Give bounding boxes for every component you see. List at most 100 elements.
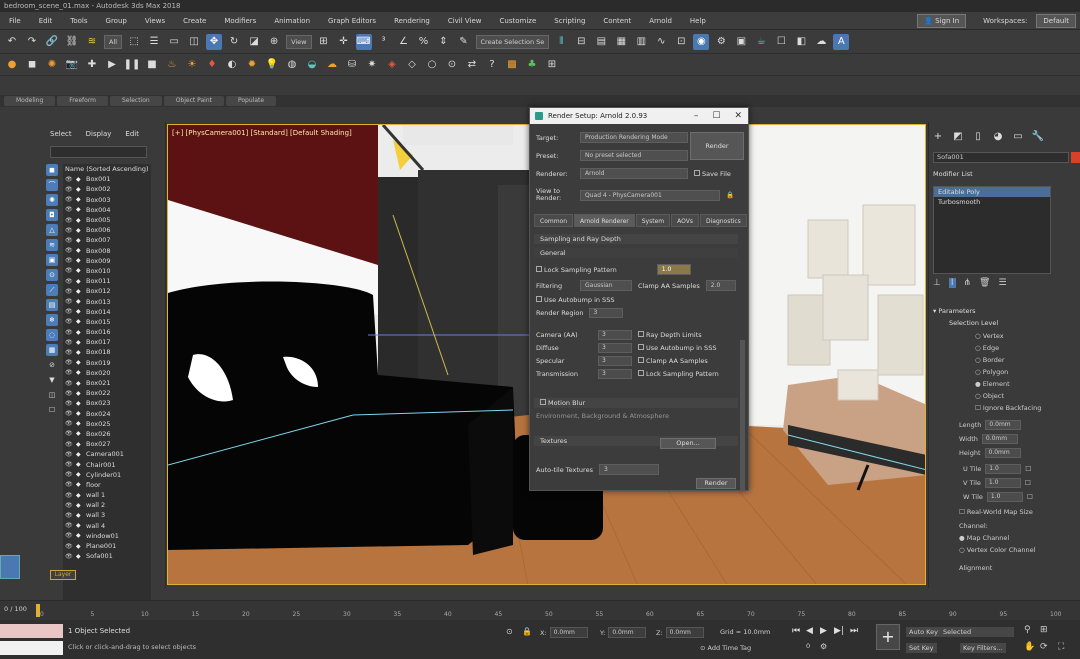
filter-helpers-icon[interactable]: △: [46, 224, 58, 236]
filter-containers-icon[interactable]: ▤: [46, 299, 58, 311]
dialog-footer-render-button[interactable]: Render: [696, 478, 736, 489]
scene-list-item[interactable]: 👁 ◆ Box011: [63, 276, 151, 286]
lock-pattern-checkbox[interactable]: Lock Sampling Pattern: [638, 370, 719, 378]
render-bulb-icon[interactable]: ◆: [76, 400, 83, 407]
minimize-icon[interactable]: –: [694, 108, 699, 124]
key-filter-select[interactable]: Selected: [940, 627, 1014, 637]
box-icon[interactable]: ◼: [24, 57, 40, 73]
undo-icon[interactable]: ↶: [4, 34, 20, 50]
rect-selection-icon[interactable]: ▭: [166, 34, 182, 50]
mirror-icon[interactable]: ⫴: [553, 34, 569, 50]
ray-depth-checkbox[interactable]: Ray Depth Limits: [638, 331, 702, 339]
radio-edge[interactable]: ○ Edge: [975, 344, 999, 352]
stack-item[interactable]: Editable Poly: [934, 187, 1050, 197]
pause-icon[interactable]: ❚❚: [124, 57, 141, 73]
manipulate-icon[interactable]: ✛: [336, 34, 352, 50]
tab-freeform[interactable]: Freeform: [57, 96, 109, 106]
scene-list-item[interactable]: 👁 ◆ Box009: [63, 256, 151, 266]
spinner-height-field[interactable]: 0.0mm: [984, 448, 1021, 458]
set-key-button[interactable]: +: [876, 624, 900, 650]
fire-icon[interactable]: ♨: [164, 57, 180, 73]
teapot-icon[interactable]: ●: [4, 57, 20, 73]
move-icon[interactable]: ✥: [206, 33, 223, 50]
helper-icon[interactable]: ✚: [84, 57, 100, 73]
clamp-value[interactable]: 1.0: [656, 264, 691, 275]
render-bulb-icon[interactable]: ◆: [76, 308, 83, 315]
align-icon[interactable]: ⊟: [573, 34, 589, 50]
material-icon[interactable]: ◐: [224, 57, 240, 73]
flip-w-checkbox[interactable]: ☐: [1027, 493, 1033, 501]
modify-tab-icon[interactable]: ◩: [951, 130, 965, 144]
visibility-eye-icon[interactable]: 👁: [65, 420, 73, 427]
viewport-label[interactable]: [+] [PhysCamera001] [Standard] [Default …: [172, 129, 352, 137]
menu-group[interactable]: Group: [97, 12, 136, 30]
scene-list-item[interactable]: 👁 ◆ Box022: [63, 388, 151, 398]
render-bulb-icon[interactable]: ◆: [76, 329, 83, 336]
scene-list-item[interactable]: 👁 ◆ Box014: [63, 307, 151, 317]
target-select[interactable]: Production Rendering Mode: [580, 132, 688, 143]
render-bulb-icon[interactable]: ◆: [76, 451, 83, 458]
scene-list-item[interactable]: 👁 ◆ Box003: [63, 195, 151, 205]
nav-zoom-all-icon[interactable]: ⊞: [1040, 625, 1048, 635]
bucket-icon[interactable]: ⛁: [344, 57, 360, 73]
scene-list-item[interactable]: 👁 ◆ window01: [63, 531, 151, 541]
isolate-icon[interactable]: ⊙: [506, 627, 513, 636]
show-end-result-icon[interactable]: Ⅰ: [948, 278, 956, 288]
create-tab-icon[interactable]: +: [931, 130, 945, 144]
motion-blur-rollout[interactable]: Motion Blur: [534, 398, 738, 408]
tab-diagnostics[interactable]: Diagnostics: [699, 214, 747, 227]
next-frame-icon[interactable]: ▶|: [834, 626, 844, 636]
nav-maximize-icon[interactable]: ⛶: [1058, 642, 1064, 652]
maximize-icon[interactable]: ☐: [712, 108, 720, 124]
redo-icon[interactable]: ↷: [24, 34, 40, 50]
scene-list-item[interactable]: 👁 ◆ Box027: [63, 439, 151, 449]
radio-border[interactable]: ○ Border: [975, 356, 1005, 364]
viewport-layout-tab[interactable]: [0, 555, 20, 579]
scene-list-item[interactable]: 👁 ◆ Cylinder01: [63, 470, 151, 480]
visibility-eye-icon[interactable]: 👁: [65, 227, 73, 234]
visibility-eye-icon[interactable]: 👁: [65, 176, 73, 183]
render-bulb-icon[interactable]: ◆: [76, 522, 83, 529]
render-bulb-icon[interactable]: ◆: [76, 339, 83, 346]
curve-editor-icon[interactable]: ∿: [653, 34, 669, 50]
preset-select[interactable]: No preset selected: [580, 150, 688, 161]
scene-list-item[interactable]: 👁 ◆ Box012: [63, 286, 151, 296]
modifier-list-dropdown[interactable]: Modifier List: [933, 170, 973, 178]
link-icon[interactable]: 🔗: [44, 34, 60, 50]
scene-list-item[interactable]: 👁 ◆ Box019: [63, 358, 151, 368]
flip-v-checkbox[interactable]: ☐: [1025, 479, 1031, 487]
goto-start-icon[interactable]: ⏮: [792, 626, 800, 636]
visibility-eye-icon[interactable]: 👁: [65, 278, 73, 285]
reference-coord-dropdown[interactable]: View: [286, 34, 312, 49]
render-bulb-icon[interactable]: ◆: [76, 257, 83, 264]
keyboard-shortcut-icon[interactable]: ⌨: [355, 33, 372, 50]
scene-list-item[interactable]: 👁 ◆ Box015: [63, 317, 151, 327]
visibility-eye-icon[interactable]: 👁: [65, 318, 73, 325]
render-view-icon[interactable]: ⊙: [444, 57, 460, 73]
time-config-icon[interactable]: ⚙: [820, 642, 827, 651]
spinner-u-tile-field[interactable]: 1.0: [985, 464, 1022, 474]
lock-selection-icon[interactable]: 🔒: [522, 627, 532, 636]
goto-end-icon[interactable]: ⏭: [850, 626, 858, 636]
menu-animation[interactable]: Animation: [265, 12, 319, 30]
scene-list-item[interactable]: 👁 ◆ wall 3: [63, 510, 151, 520]
filter-all-icon[interactable]: ▦: [46, 344, 58, 356]
remove-modifier-icon[interactable]: 🗑: [979, 278, 990, 288]
parameters-rollout[interactable]: ▾ Parameters: [933, 306, 1077, 316]
auto-key-button[interactable]: Auto Key: [906, 627, 941, 637]
sample-spinner-camera[interactable]: 3: [598, 330, 632, 340]
sphere-icon[interactable]: ○: [424, 57, 440, 73]
globe-icon[interactable]: ◍: [284, 57, 300, 73]
scene-list-item[interactable]: 👁 ◆ Box026: [63, 429, 151, 439]
scene-list-item[interactable]: 👁 ◆ Box020: [63, 368, 151, 378]
dialog-scrollbar[interactable]: [740, 340, 745, 490]
object-color-swatch[interactable]: [1071, 152, 1080, 163]
set-key-label-button[interactable]: Set Key: [906, 643, 937, 653]
visibility-eye-icon[interactable]: 👁: [65, 492, 73, 499]
a360-icon[interactable]: ☁: [813, 34, 829, 50]
vertex-color-radio[interactable]: ○ Vertex Color Channel: [959, 546, 1035, 554]
render-bulb-icon[interactable]: ◆: [76, 318, 83, 325]
filter-geometry-icon[interactable]: ◼: [46, 164, 58, 176]
visibility-eye-icon[interactable]: 👁: [65, 298, 73, 305]
flip-u-checkbox[interactable]: ☐: [1025, 465, 1031, 473]
